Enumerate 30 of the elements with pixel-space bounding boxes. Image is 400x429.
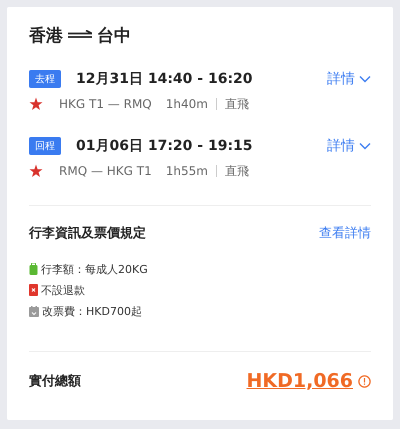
flight-duration: 1h40m bbox=[166, 97, 208, 111]
airport-route: RMQ — HKG T1 bbox=[59, 164, 152, 178]
details-link[interactable]: 詳情 bbox=[327, 70, 371, 88]
info-icon[interactable] bbox=[358, 374, 371, 388]
total-amount-link[interactable]: HKD1,066 bbox=[246, 370, 353, 392]
luggage-icon bbox=[29, 263, 38, 275]
destination-city: 台中 bbox=[97, 24, 131, 46]
rule-text: 行李額：每成人20KG bbox=[41, 262, 148, 276]
stops-label: 直飛 bbox=[224, 162, 249, 180]
total-label: 實付總額 bbox=[29, 372, 82, 390]
stops-label: 直飛 bbox=[224, 96, 249, 112]
trip-tag: 去程 bbox=[29, 70, 61, 88]
trip-tag: 回程 bbox=[29, 137, 61, 155]
airline-logo-icon bbox=[29, 164, 43, 178]
rule-text: 改票費：HKD700起 bbox=[42, 304, 142, 318]
flight-time: 01月06日 17:20 - 19:15 bbox=[76, 137, 254, 155]
flight-duration: 1h55m bbox=[166, 164, 208, 178]
section-title: 行李資訊及票價規定 bbox=[29, 224, 146, 242]
chevron-down-icon bbox=[359, 75, 371, 83]
calendar-icon bbox=[29, 306, 39, 316]
no-refund-icon bbox=[29, 284, 38, 296]
airline-logo-icon bbox=[29, 97, 43, 111]
chevron-down-icon bbox=[359, 142, 371, 150]
flight-time: 12月31日 14:40 - 16:20 bbox=[76, 70, 254, 88]
details-link[interactable]: 詳情 bbox=[327, 137, 371, 155]
round-trip-icon bbox=[68, 30, 92, 40]
origin-city: 香港 bbox=[29, 24, 63, 46]
view-details-link[interactable]: 查看詳情 bbox=[319, 224, 371, 242]
airport-route: HKG T1 — RMQ bbox=[59, 97, 152, 111]
rule-text: 不設退款 bbox=[41, 282, 85, 298]
